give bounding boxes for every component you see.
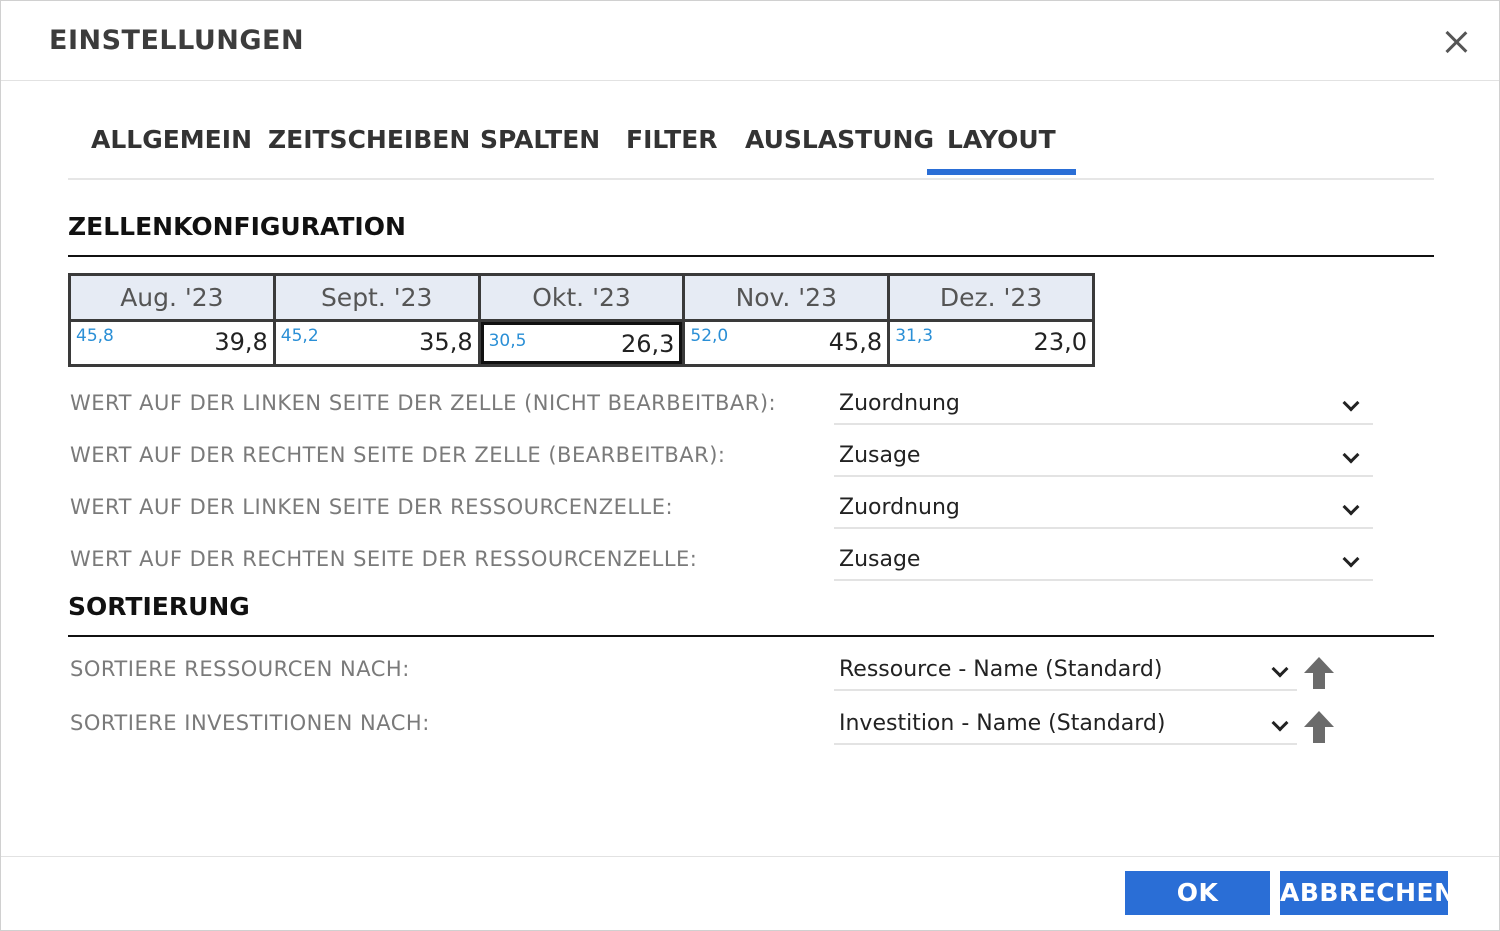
preview-cell-selected[interactable]: 30,5 26,3 [480, 322, 683, 364]
preview-right-value: 35,8 [419, 328, 473, 356]
sort-ascending-icon[interactable] [1303, 710, 1335, 744]
select-value: Investition - Name (Standard) [839, 711, 1166, 736]
label-right-resource-cell-value: WERT AUF DER RECHTEN SEITE DER RESSOURCE… [70, 547, 698, 571]
section-title-sorting: SORTIERUNG [68, 592, 250, 621]
preview-column: Dez. '23 31,3 23,0 [890, 276, 1092, 364]
select-value: Zusage [839, 547, 921, 572]
preview-right-value: 39,8 [214, 328, 268, 356]
preview-column: Aug. '23 45,8 39,8 [71, 276, 273, 364]
select-left-cell-value[interactable]: Zuordnung [834, 385, 1373, 425]
preview-column: Okt. '23 30,5 26,3 [480, 276, 683, 364]
preview-column: Nov. '23 52,0 45,8 [685, 276, 888, 364]
close-icon[interactable] [1441, 27, 1471, 57]
section-title-cell-config: ZELLENKONFIGURATION [68, 212, 406, 241]
dialog-footer: OK ABBRECHEN [1, 856, 1499, 930]
label-left-resource-cell-value: WERT AUF DER LINKEN SEITE DER RESSOURCEN… [70, 495, 674, 519]
select-sort-investments[interactable]: Investition - Name (Standard) [834, 705, 1297, 745]
tab-spalten[interactable]: SPALTEN [480, 125, 600, 154]
cell-preview-grid: Aug. '23 45,8 39,8 Sept. '23 45,2 35,8 O… [68, 273, 1095, 367]
preview-left-value: 45,2 [280, 326, 319, 346]
preview-right-value: 23,0 [1033, 328, 1087, 356]
tab-auslastung[interactable]: AUSLASTUNG [745, 125, 934, 154]
cancel-button[interactable]: ABBRECHEN [1280, 871, 1455, 915]
preview-header: Okt. '23 [480, 276, 683, 319]
settings-dialog: EINSTELLUNGEN ALLGEMEIN ZEITSCHEIBEN SPA… [0, 0, 1500, 931]
select-value: Zuordnung [839, 391, 960, 416]
preview-cell[interactable]: 31,3 23,0 [890, 322, 1092, 364]
select-value: Zusage [839, 443, 921, 468]
preview-left-value: 31,3 [895, 326, 934, 346]
label-sort-investments: SORTIERE INVESTITIONEN NACH: [70, 711, 430, 735]
label-right-cell-value: WERT AUF DER RECHTEN SEITE DER ZELLE (BE… [70, 443, 726, 467]
tab-allgemein[interactable]: ALLGEMEIN [91, 125, 252, 154]
preview-header: Aug. '23 [71, 276, 273, 319]
preview-right-value: 26,3 [620, 330, 675, 358]
preview-left-value: 45,8 [76, 326, 114, 346]
dialog-title: EINSTELLUNGEN [49, 25, 305, 56]
preview-header: Nov. '23 [685, 276, 888, 319]
select-sort-resources[interactable]: Ressource - Name (Standard) [834, 651, 1297, 691]
tab-bar: ALLGEMEIN ZEITSCHEIBEN SPALTEN FILTER AU… [68, 105, 1434, 180]
label-sort-resources: SORTIERE RESSOURCEN NACH: [70, 657, 410, 681]
select-right-cell-value[interactable]: Zusage [834, 437, 1373, 477]
preview-column: Sept. '23 45,2 35,8 [275, 276, 478, 364]
sort-ascending-icon[interactable] [1303, 656, 1335, 690]
preview-right-value: 45,8 [828, 328, 883, 356]
select-left-resource-cell-value[interactable]: Zuordnung [834, 489, 1373, 529]
chevron-down-icon [1271, 660, 1289, 678]
preview-cell[interactable]: 45,2 35,8 [275, 322, 478, 364]
select-value: Ressource - Name (Standard) [839, 657, 1163, 682]
select-value: Zuordnung [839, 495, 960, 520]
preview-header: Dez. '23 [890, 276, 1092, 319]
section-divider [68, 255, 1434, 257]
label-left-cell-value: WERT AUF DER LINKEN SEITE DER ZELLE (NIC… [70, 391, 777, 415]
preview-cell[interactable]: 45,8 39,8 [71, 322, 273, 364]
preview-cell[interactable]: 52,0 45,8 [685, 322, 888, 364]
dialog-header: EINSTELLUNGEN [1, 1, 1499, 81]
tab-filter[interactable]: FILTER [626, 125, 718, 154]
ok-button[interactable]: OK [1125, 871, 1270, 915]
select-right-resource-cell-value[interactable]: Zusage [834, 541, 1373, 581]
tab-zeitscheiben[interactable]: ZEITSCHEIBEN [268, 125, 470, 154]
section-divider [68, 635, 1434, 637]
preview-header: Sept. '23 [275, 276, 478, 319]
chevron-down-icon [1342, 550, 1360, 568]
chevron-down-icon [1342, 498, 1360, 516]
chevron-down-icon [1342, 446, 1360, 464]
tab-layout[interactable]: LAYOUT [927, 125, 1076, 175]
preview-left-value: 30,5 [488, 331, 527, 351]
preview-left-value: 52,0 [690, 326, 729, 346]
chevron-down-icon [1342, 394, 1360, 412]
chevron-down-icon [1271, 714, 1289, 732]
